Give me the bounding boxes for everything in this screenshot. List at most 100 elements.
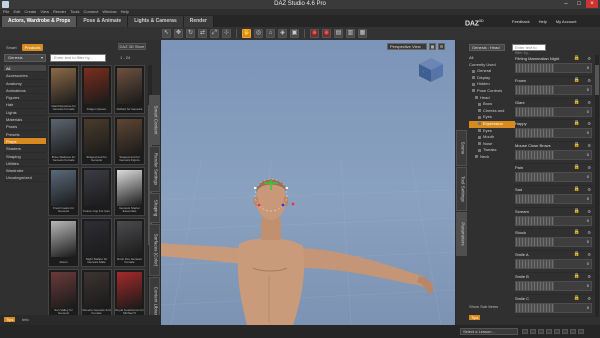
node-selector-dropdown[interactable]: Genesis : Head: [469, 44, 505, 51]
category-item[interactable]: Props: [4, 137, 46, 146]
select-tool-icon[interactable]: ↖: [162, 29, 171, 38]
side-tab-parameters[interactable]: Parameters: [456, 212, 467, 256]
tab-render[interactable]: Render: [183, 16, 214, 27]
tab-lights-cameras[interactable]: Lights & Cameras: [128, 16, 184, 27]
geometry-tool-icon[interactable]: ▣: [290, 29, 299, 38]
view-dropdown[interactable]: Perspective View: [387, 43, 427, 50]
category-item[interactable]: Presets: [4, 131, 46, 138]
tree-node[interactable]: Nose: [469, 141, 515, 148]
category-item[interactable]: Utilities: [4, 160, 46, 168]
side-tab-tool-settings[interactable]: Tool Settings: [456, 167, 467, 211]
viewport-options-icon[interactable]: ⚙: [438, 43, 445, 50]
gear-icon[interactable]: ⚙: [587, 56, 591, 61]
tree-node[interactable]: General: [469, 68, 515, 75]
tab-products[interactable]: Products: [21, 44, 44, 51]
close-button[interactable]: ×: [586, 0, 598, 8]
step-button[interactable]: [522, 329, 528, 334]
rotate-tool-icon[interactable]: ↻: [186, 29, 195, 38]
content-thumbnail[interactable]: Shaped and for Genesis: [81, 116, 112, 165]
tree-node[interactable]: All: [469, 55, 515, 62]
tree-node[interactable]: Eyes: [469, 114, 515, 121]
lock-icon[interactable]: 🔒: [574, 55, 580, 61]
slider-track[interactable]: 0: [515, 259, 592, 270]
parameter-slider[interactable]: Pain 🔒 ⚙ 0: [514, 164, 594, 186]
expand-icon[interactable]: [478, 148, 481, 152]
step-button[interactable]: [570, 329, 576, 334]
step-button[interactable]: [546, 329, 552, 334]
expand-icon[interactable]: [472, 89, 475, 93]
tree-node[interactable]: Head: [469, 95, 515, 102]
tree-node[interactable]: Display: [469, 75, 515, 82]
help-link[interactable]: Help: [539, 19, 547, 24]
content-thumbnail[interactable]: Shaped and for Genesis Figure: [114, 116, 145, 165]
view-cube[interactable]: X Y: [419, 58, 443, 82]
category-item[interactable]: Materials: [4, 116, 46, 124]
slider-track[interactable]: 0: [515, 106, 592, 117]
camera-tool-icon[interactable]: ⌂: [266, 29, 275, 38]
slider-value[interactable]: 0: [587, 196, 589, 201]
slider-track[interactable]: 0: [515, 215, 592, 226]
slider-value[interactable]: 0: [587, 130, 589, 135]
parameter-slider[interactable]: Sad 🔒 ⚙ 0: [514, 186, 594, 208]
step-button[interactable]: [578, 329, 584, 334]
parameter-slider[interactable]: Smile B 🔒 ⚙ 0: [514, 273, 594, 295]
gear-icon[interactable]: ⚙: [587, 187, 591, 192]
content-thumbnail[interactable]: Future Cop For Gen: [81, 167, 112, 216]
parameter-slider[interactable]: Happy 🔒 ⚙ 0: [514, 120, 594, 143]
category-item[interactable]: Uncategorized: [4, 174, 46, 182]
genesis-figure[interactable]: [161, 179, 434, 325]
category-item[interactable]: Lights: [4, 109, 46, 117]
daz-store-button[interactable]: DAZ 3D Store: [118, 43, 146, 50]
surface-tool-icon[interactable]: ◈: [278, 29, 287, 38]
maximize-button[interactable]: □: [573, 0, 585, 8]
spot-render-icon[interactable]: ▤: [334, 29, 343, 38]
gear-icon[interactable]: ⚙: [587, 209, 591, 214]
step-button[interactable]: [562, 329, 568, 334]
content-thumbnail[interactable]: Dragon Queen: [81, 65, 112, 114]
slider-track[interactable]: 0: [515, 237, 592, 248]
parameters-scrollbar[interactable]: [595, 55, 599, 317]
slider-value[interactable]: 0: [587, 109, 589, 114]
joint-editor-icon[interactable]: ⊹: [222, 29, 231, 38]
side-tab-surfaces[interactable]: Surfaces (Color): [149, 224, 160, 276]
gear-icon[interactable]: ⚙: [587, 165, 591, 170]
tree-node[interactable]: Brow: [469, 101, 515, 108]
slider-value[interactable]: 0: [587, 283, 589, 288]
tips-button[interactable]: Tips: [4, 317, 16, 322]
expand-icon[interactable]: [472, 82, 475, 86]
expand-icon[interactable]: [478, 115, 481, 119]
category-item[interactable]: Shaping: [4, 153, 46, 160]
slider-track[interactable]: 0: [515, 84, 592, 95]
slider-track[interactable]: 0: [515, 280, 592, 291]
node-weight-icon[interactable]: ◎: [254, 29, 263, 38]
category-item[interactable]: All: [4, 65, 46, 73]
content-thumbnail[interactable]: Rock Fire Genesis Female: [114, 218, 145, 267]
parameter-slider[interactable]: Shock 🔒 ⚙ 0: [514, 229, 594, 252]
aux-viewport-icon[interactable]: ▦: [358, 29, 367, 38]
tree-node[interactable]: Neck: [469, 154, 515, 161]
parameter-slider[interactable]: Frown 🔒 ⚙ 0: [514, 77, 594, 99]
lock-icon[interactable]: 🔒: [574, 164, 580, 170]
expand-icon[interactable]: [472, 69, 475, 73]
scrollbar-thumb[interactable]: [595, 65, 599, 95]
slider-track[interactable]: 0: [515, 63, 592, 73]
viewport-layout-icon[interactable]: ▦: [429, 43, 436, 50]
feedback-link[interactable]: Feedback: [512, 19, 530, 24]
category-item[interactable]: Animations: [4, 87, 46, 95]
active-pose-tool-icon[interactable]: ✋: [242, 29, 251, 38]
tree-node[interactable]: Pose Controls: [469, 88, 515, 95]
parameter-slider[interactable]: Glare 🔒 ⚙ 0: [514, 99, 594, 121]
info-button[interactable]: Info: [22, 317, 29, 322]
tab-smart[interactable]: Smart: [3, 44, 20, 51]
gear-icon[interactable]: ⚙: [587, 274, 591, 279]
category-item[interactable]: Poses: [4, 123, 46, 131]
category-item[interactable]: Hair: [4, 101, 46, 109]
tree-node[interactable]: Hidden: [469, 81, 515, 88]
content-thumbnail[interactable]: Royal Guardsman for Michael 5: [114, 269, 145, 318]
lesson-selector[interactable]: Select a Lesson...: [460, 328, 518, 335]
tree-node[interactable]: Eyes: [469, 128, 515, 135]
show-sub-items-toggle[interactable]: Show Sub Items: [469, 304, 498, 309]
category-item[interactable]: Anatomy: [4, 80, 46, 87]
expand-icon[interactable]: [475, 155, 478, 159]
lock-icon[interactable]: 🔒: [574, 99, 580, 105]
